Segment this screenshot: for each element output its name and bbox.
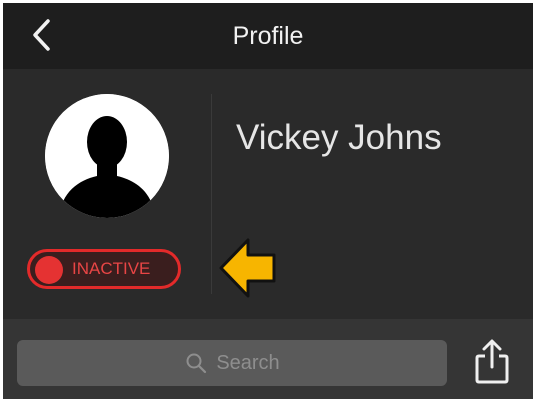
status-badge[interactable]: INACTIVE xyxy=(27,249,181,289)
vertical-divider xyxy=(211,94,212,294)
header-bar: Profile xyxy=(3,3,533,69)
person-silhouette-icon xyxy=(45,94,169,218)
share-icon xyxy=(475,339,509,384)
profile-section: Vickey Johns INACTIVE xyxy=(3,69,533,319)
search-input[interactable]: Search xyxy=(17,340,447,386)
share-button[interactable] xyxy=(471,336,513,386)
avatar[interactable] xyxy=(45,94,169,218)
search-icon xyxy=(186,353,207,374)
profile-screen: Profile Vickey Johns INACTIVE Search xyxy=(3,3,533,399)
status-dot-icon xyxy=(35,256,63,284)
status-label: INACTIVE xyxy=(72,259,151,278)
profile-name: Vickey Johns xyxy=(236,118,442,157)
arrow-left-icon xyxy=(219,238,276,298)
footer-bar: Search xyxy=(3,319,533,399)
page-title: Profile xyxy=(232,22,304,50)
search-placeholder: Search xyxy=(216,351,280,374)
